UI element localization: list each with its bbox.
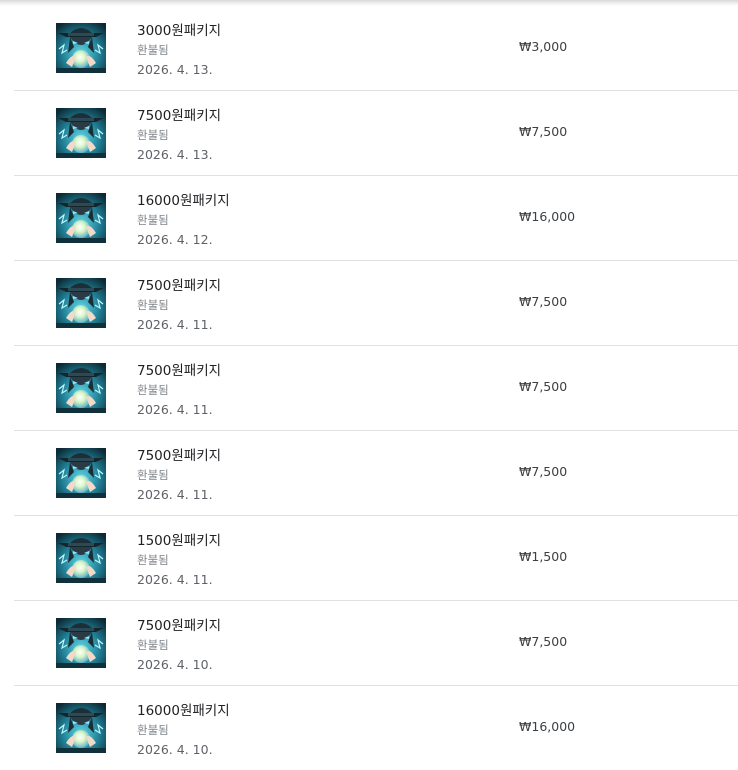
app-icon [56, 618, 106, 668]
purchase-date: 2026. 4. 11. [137, 487, 213, 502]
app-icon [56, 533, 106, 583]
purchase-row[interactable]: 16000원패키지 환불됨 2026. 4. 10. ₩16,000 [14, 686, 738, 770]
purchase-row[interactable]: 7500원패키지 환불됨 2026. 4. 10. ₩7,500 [14, 601, 738, 686]
purchase-title: 1500원패키지 [137, 533, 222, 549]
purchase-date: 2026. 4. 13. [137, 147, 213, 162]
refund-status: 환불됨 [137, 128, 169, 142]
purchase-date: 2026. 4. 11. [137, 402, 213, 417]
purchase-title: 3000원패키지 [137, 23, 222, 39]
purchase-date: 2026. 4. 12. [137, 232, 213, 247]
refund-status: 환불됨 [137, 553, 169, 567]
purchase-row[interactable]: 7500원패키지 환불됨 2026. 4. 11. ₩7,500 [14, 431, 738, 516]
purchase-date: 2026. 4. 11. [137, 572, 213, 587]
refund-status: 환불됨 [137, 723, 169, 737]
purchase-price: ₩3,000 [519, 39, 568, 54]
purchase-row[interactable]: 3000원패키지 환불됨 2026. 4. 13. ₩3,000 [14, 6, 738, 91]
purchase-title: 7500원패키지 [137, 618, 222, 634]
purchase-date: 2026. 4. 10. [137, 657, 213, 672]
purchase-price: ₩7,500 [519, 124, 568, 139]
purchase-row[interactable]: 7500원패키지 환불됨 2026. 4. 13. ₩7,500 [14, 91, 738, 176]
purchase-price: ₩7,500 [519, 464, 568, 479]
refund-status: 환불됨 [137, 468, 169, 482]
purchase-price: ₩7,500 [519, 294, 568, 309]
purchase-price: ₩16,000 [519, 209, 576, 224]
refund-status: 환불됨 [137, 638, 169, 652]
refund-status: 환불됨 [137, 298, 169, 312]
purchase-row[interactable]: 1500원패키지 환불됨 2026. 4. 11. ₩1,500 [14, 516, 738, 601]
purchase-price: ₩16,000 [519, 719, 576, 734]
app-icon [56, 108, 106, 158]
purchase-title: 7500원패키지 [137, 363, 222, 379]
purchase-title: 16000원패키지 [137, 193, 230, 209]
purchase-date: 2026. 4. 10. [137, 742, 213, 757]
app-icon [56, 448, 106, 498]
app-icon [56, 193, 106, 243]
app-icon [56, 23, 106, 73]
purchase-title: 16000원패키지 [137, 703, 230, 719]
app-icon [56, 278, 106, 328]
app-icon [56, 363, 106, 413]
refund-status: 환불됨 [137, 383, 169, 397]
purchase-price: ₩1,500 [519, 549, 568, 564]
purchase-title: 7500원패키지 [137, 278, 222, 294]
refund-status: 환불됨 [137, 213, 169, 227]
purchase-date: 2026. 4. 13. [137, 62, 213, 77]
purchase-history-list: 3000원패키지 환불됨 2026. 4. 13. ₩3,000 7500원패키… [0, 6, 738, 770]
purchase-row[interactable]: 16000원패키지 환불됨 2026. 4. 12. ₩16,000 [14, 176, 738, 261]
purchase-title: 7500원패키지 [137, 448, 222, 464]
purchase-date: 2026. 4. 11. [137, 317, 213, 332]
purchase-row[interactable]: 7500원패키지 환불됨 2026. 4. 11. ₩7,500 [14, 346, 738, 431]
purchase-price: ₩7,500 [519, 634, 568, 649]
refund-status: 환불됨 [137, 43, 169, 57]
purchase-row[interactable]: 7500원패키지 환불됨 2026. 4. 11. ₩7,500 [14, 261, 738, 346]
purchase-price: ₩7,500 [519, 379, 568, 394]
purchase-title: 7500원패키지 [137, 108, 222, 124]
app-icon [56, 703, 106, 753]
